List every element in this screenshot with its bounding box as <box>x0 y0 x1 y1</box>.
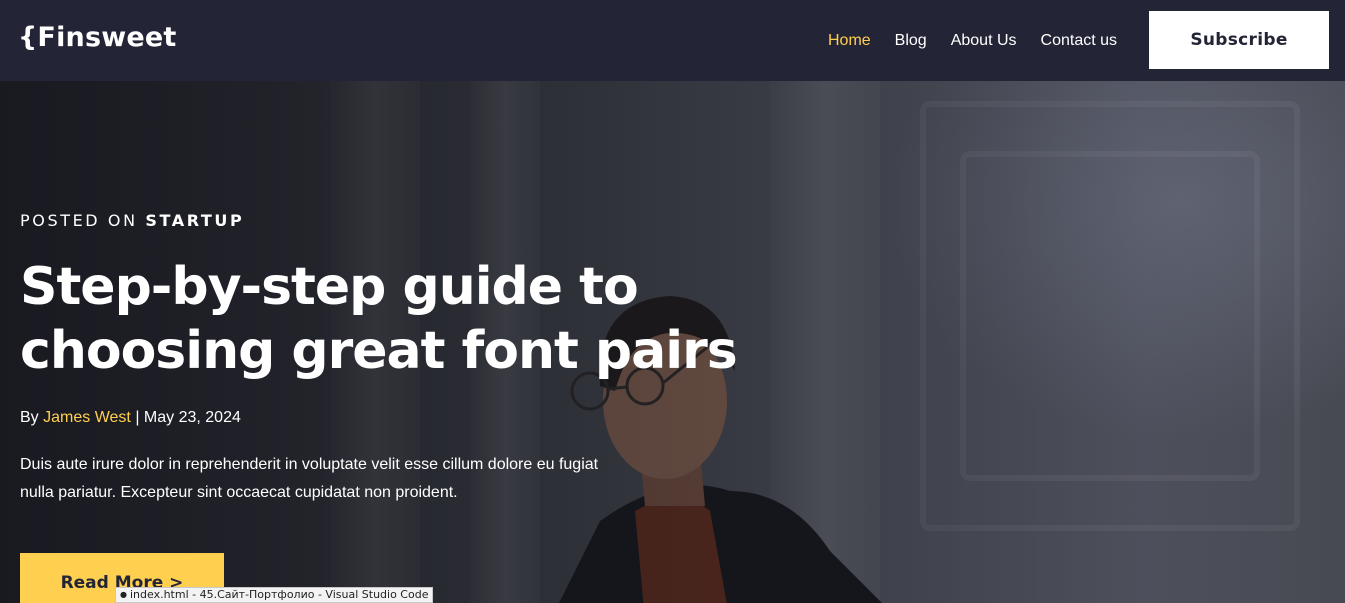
subscribe-button[interactable]: Subscribe <box>1149 11 1329 69</box>
hero-section: POSTED ON STARTUP Step-by-step guide to … <box>0 81 1345 603</box>
nav-item-about-us[interactable]: About Us <box>951 32 1017 50</box>
navbar: {Finsweet Home Blog About Us Contact us … <box>0 0 1345 81</box>
hero-title: Step-by-step guide to choosing great fon… <box>20 257 738 381</box>
dot-icon: ● <box>120 590 127 599</box>
post-date: May 23, 2024 <box>143 409 241 426</box>
post-meta: By James West | May 23, 2024 <box>20 409 241 427</box>
logo[interactable]: {Finsweet <box>18 22 177 53</box>
nav-item-home[interactable]: Home <box>828 32 871 50</box>
taskbar-tooltip: ● index.html - 45.Сайт-Портфолио - Visual… <box>115 587 434 603</box>
nav-links: Home Blog About Us Contact us <box>828 0 1117 81</box>
by-label: By <box>20 409 39 426</box>
page: {Finsweet Home Blog About Us Contact us … <box>0 0 1345 603</box>
nav-item-blog[interactable]: Blog <box>895 32 927 50</box>
posted-on-label: POSTED ON STARTUP <box>20 211 244 230</box>
nav-item-contact-us[interactable]: Contact us <box>1041 32 1117 50</box>
taskbar-tooltip-text: index.html - 45.Сайт-Портфолио - Visual … <box>129 588 429 601</box>
post-excerpt: Duis aute irure dolor in reprehenderit i… <box>20 456 599 501</box>
category-link[interactable]: STARTUP <box>145 211 244 230</box>
author-link[interactable]: James West <box>43 409 131 426</box>
posted-on-prefix: POSTED ON <box>20 211 138 230</box>
meta-separator: | <box>135 409 140 426</box>
